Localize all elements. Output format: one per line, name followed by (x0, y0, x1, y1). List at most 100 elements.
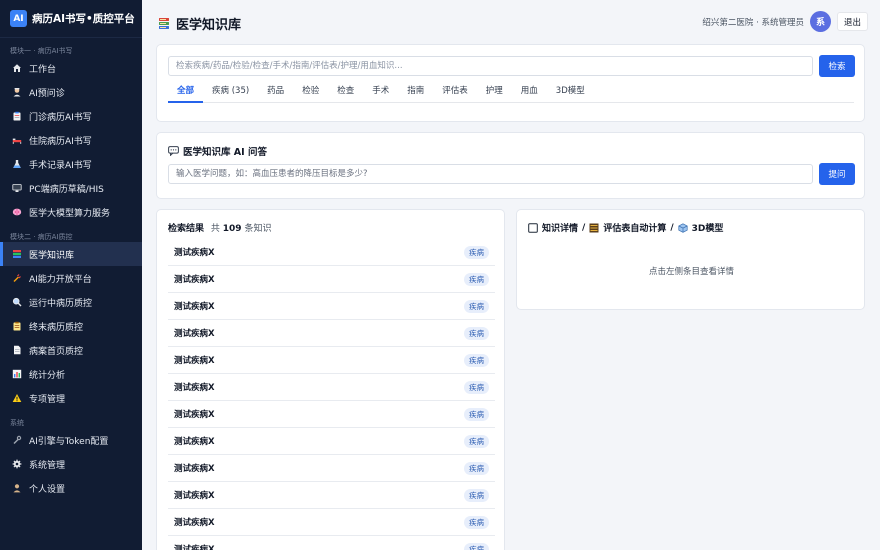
category-tab[interactable]: 疾病 (35) (203, 83, 258, 103)
result-name: 测试疾病X (174, 329, 215, 339)
result-row[interactable]: 测试疾病X 疾病 (168, 482, 495, 509)
result-row[interactable]: 测试疾病X 疾病 (168, 239, 495, 266)
sidebar-item-label: 医学大模型算力服务 (29, 208, 111, 219)
sidebar-item[interactable]: 门诊病历AI书写 (0, 104, 142, 128)
result-tag-badge: 疾病 (464, 245, 489, 259)
ask-button[interactable]: 提问 (819, 163, 855, 185)
result-name: 测试疾病X (174, 437, 215, 447)
sidebar-item-label: 工作台 (29, 64, 57, 75)
category-tab[interactable]: 3D模型 (547, 83, 594, 103)
result-tag-badge: 疾病 (464, 380, 489, 394)
sidebar-section-label: 模块一 · 病历AI书写 (10, 47, 73, 55)
sidebar-nav: 模块一 · 病历AI书写 工作台 AI预问诊门诊病历AI书写住院病历AI书写 手术记录… (0, 38, 142, 500)
category-tab[interactable]: 评估表 (433, 83, 477, 103)
detail-separator: / (670, 222, 674, 233)
sidebar-item[interactable]: 专项管理 (0, 386, 142, 410)
results-list: 测试疾病X 疾病 测试疾病X 疾病 测试疾病X 疾病 测试疾病X 疾病 测试疾病X 疾病 测试疾病X… (168, 239, 495, 550)
sidebar-item-label: 个人设置 (29, 484, 66, 495)
user-icon (12, 483, 22, 493)
sidebar-item[interactable]: AI预问诊 (0, 80, 142, 104)
brain-icon (12, 207, 22, 217)
result-row[interactable]: 测试疾病X 疾病 (168, 428, 495, 455)
category-tab[interactable]: 指南 (398, 83, 433, 103)
results-count: 共 109 条知识 (210, 224, 272, 234)
category-tab[interactable]: 检验 (293, 83, 328, 103)
brand-logo: AI (10, 10, 27, 27)
gear-icon (12, 459, 22, 469)
result-name: 测试疾病X (174, 464, 215, 474)
sidebar-item[interactable]: 个人设置 (0, 476, 142, 500)
result-row[interactable]: 测试疾病X 疾病 (168, 347, 495, 374)
sidebar-item-label: AI预问诊 (29, 88, 65, 99)
ai-qa-card: 医学知识库 AI 问答 提问 (156, 132, 865, 199)
result-tag-badge: 疾病 (464, 488, 489, 502)
category-tab[interactable]: 用血 (512, 83, 547, 103)
search-icon (12, 297, 22, 307)
results-card: 检索结果 共 109 条知识 测试疾病X 疾病 测试疾病X 疾病 测试疾病X 疾病 测试疾病… (156, 209, 505, 550)
chart-icon (12, 369, 22, 379)
sidebar-item[interactable]: 终末病历质控 (0, 314, 142, 338)
sidebar-item[interactable]: 工作台 (0, 56, 142, 80)
result-name: 测试疾病X (174, 248, 215, 258)
clipboard-check-icon (12, 321, 22, 331)
speech-bubble-icon (168, 146, 179, 156)
sidebar-item[interactable]: 手术记录AI书写 (0, 152, 142, 176)
sidebar-item[interactable]: 住院病历AI书写 (0, 128, 142, 152)
result-row[interactable]: 测试疾病X 疾病 (168, 320, 495, 347)
doctor-icon (12, 87, 22, 97)
brand-name: 病历AI书写•质控平台 (32, 13, 135, 25)
result-row[interactable]: 测试疾病X 疾病 (168, 536, 495, 550)
sidebar-item[interactable]: 运行中病历质控 (0, 290, 142, 314)
sidebar-item[interactable]: 医学知识库 (0, 242, 142, 266)
category-tab[interactable]: 手术 (363, 83, 398, 103)
sidebar-item[interactable]: 病案首页质控 (0, 338, 142, 362)
sidebar-item-label: 系统管理 (29, 460, 66, 471)
result-row[interactable]: 测试疾病X 疾病 (168, 401, 495, 428)
category-tabs: 全部 疾病 (35) 药品 检验 检查 手术 指南 评估表 护理 用血 3D模型 (168, 83, 854, 103)
qa-header: 医学知识库 AI 问答 (168, 144, 267, 158)
sidebar-item-label: 病案首页质控 (29, 346, 84, 357)
result-name: 测试疾病X (174, 356, 215, 366)
sidebar-item-label: 专项管理 (29, 394, 66, 405)
result-tag-badge: 疾病 (464, 326, 489, 340)
results-title: 检索结果 (168, 224, 205, 234)
result-row[interactable]: 测试疾病X 疾病 (168, 266, 495, 293)
result-name: 测试疾病X (174, 410, 215, 420)
result-tag-badge: 疾病 (464, 272, 489, 286)
books-icon (12, 249, 22, 259)
sidebar-item[interactable]: PC端病历草稿/HIS (0, 176, 142, 200)
sidebar-item-label: PC端病历草稿/HIS (29, 184, 104, 195)
result-name: 测试疾病X (174, 302, 215, 312)
sidebar-item[interactable]: AI能力开放平台 (0, 266, 142, 290)
sidebar: AI 病历AI书写•质控平台 模块一 · 病历AI书写 工作台 AI预问诊门诊病历A… (0, 0, 142, 550)
question-input[interactable] (168, 164, 813, 184)
sidebar-item-label: 终末病历质控 (29, 322, 84, 333)
detail-header: 知识详情 / 评估表自动计算 / 3D模型 (528, 221, 723, 234)
sidebar-item-label: 手术记录AI书写 (29, 160, 92, 171)
page-title: 医学知识库 (176, 18, 242, 33)
bed-icon (12, 135, 22, 145)
search-button[interactable]: 检索 (819, 55, 855, 77)
result-tag-badge: 疾病 (464, 515, 489, 529)
result-name: 测试疾病X (174, 383, 215, 393)
sidebar-item[interactable]: 医学大模型算力服务 (0, 200, 142, 224)
sidebar-item[interactable]: 系统管理 (0, 452, 142, 476)
result-row[interactable]: 测试疾病X 疾病 (168, 293, 495, 320)
category-tab[interactable]: 护理 (477, 83, 512, 103)
category-tab[interactable]: 药品 (258, 83, 293, 103)
search-input[interactable] (168, 56, 813, 76)
avatar[interactable]: 系 (809, 11, 831, 32)
sidebar-item[interactable]: AI引擎与Token配置 (0, 428, 142, 452)
sidebar-item-label: 住院病历AI书写 (29, 136, 92, 147)
logout-button[interactable]: 退出 (836, 12, 868, 31)
result-row[interactable]: 测试疾病X 疾病 (168, 455, 495, 482)
category-tab[interactable]: 检查 (328, 83, 363, 103)
category-tab[interactable]: 全部 (168, 83, 204, 103)
result-row[interactable]: 测试疾病X 疾病 (168, 374, 495, 401)
sidebar-item[interactable]: 统计分析 (0, 362, 142, 386)
result-name: 测试疾病X (174, 545, 215, 550)
result-row[interactable]: 测试疾病X 疾病 (168, 509, 495, 536)
sidebar-section-label: 系统 (10, 419, 24, 427)
sidebar-item-label: 统计分析 (29, 370, 66, 381)
result-tag-badge: 疾病 (464, 353, 489, 367)
